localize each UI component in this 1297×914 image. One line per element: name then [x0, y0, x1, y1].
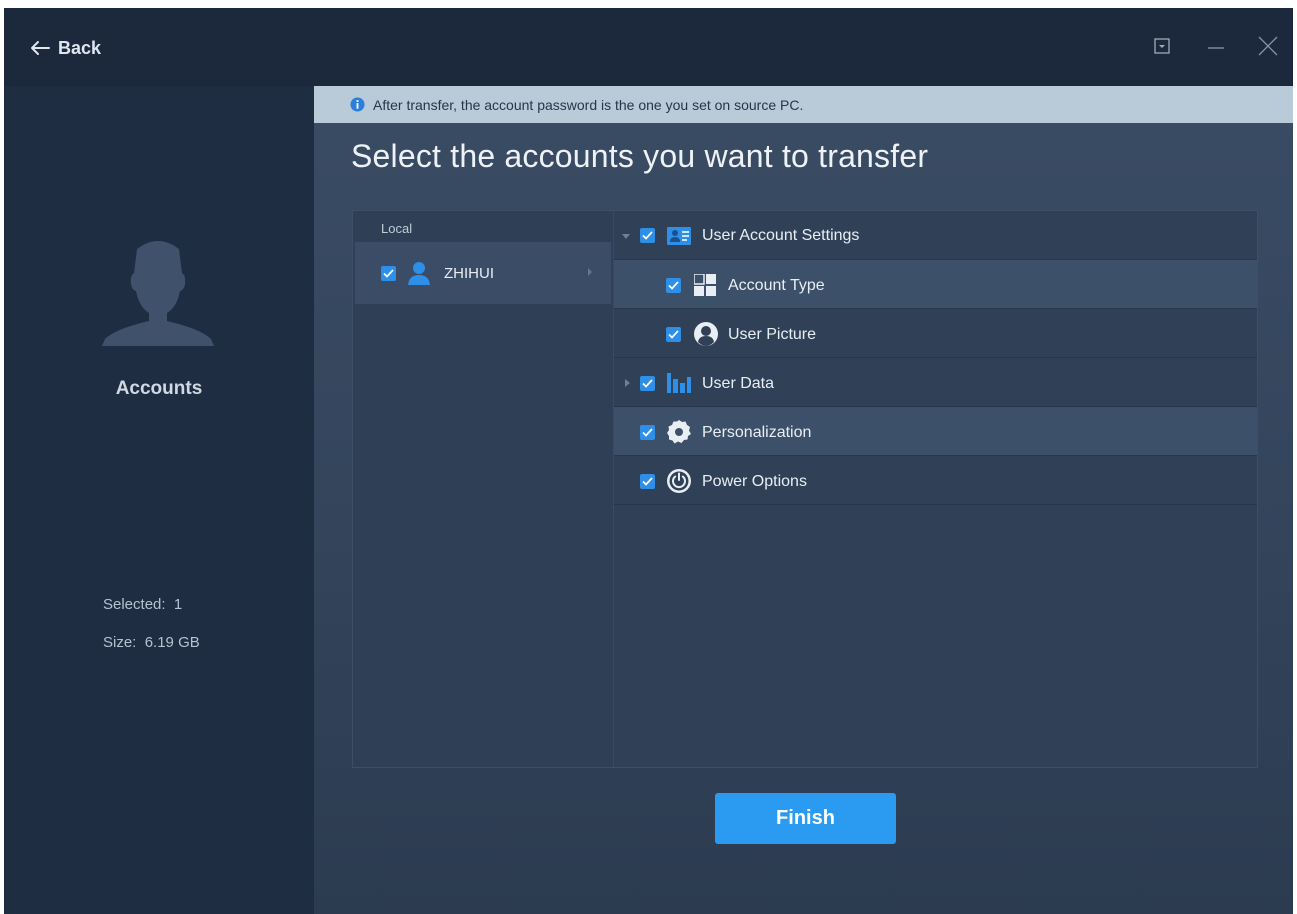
tree-item-power-options[interactable]: Power Options	[614, 456, 1257, 505]
selected-label: Selected:	[103, 596, 166, 613]
tiles-icon	[694, 274, 716, 296]
account-name: ZHIHUI	[444, 264, 494, 282]
notice-bar: After transfer, the account password is …	[314, 86, 1293, 123]
chevron-right-icon	[588, 268, 592, 276]
expand-arrow-right-icon[interactable]	[624, 379, 632, 387]
tree-item-personalization[interactable]: Personalization	[614, 407, 1257, 456]
account-item-zhihui[interactable]: ZHIHUI	[355, 242, 611, 304]
tree-checkbox[interactable]	[640, 228, 655, 243]
tree-checkbox[interactable]	[666, 327, 681, 342]
main-content: After transfer, the account password is …	[314, 86, 1293, 914]
settings-tree: User Account Settings Account Type User …	[614, 211, 1257, 767]
expand-arrow-down-icon[interactable]	[622, 233, 630, 241]
minimize-icon	[1208, 47, 1224, 49]
finish-button[interactable]: Finish	[715, 793, 896, 844]
local-group-label: Local	[381, 221, 413, 236]
sidebar-title: Accounts	[115, 378, 203, 399]
tree-checkbox[interactable]	[666, 278, 681, 293]
checkmark-icon	[668, 330, 679, 339]
selection-panel: Local ZHIHUI User Account Settings Accou…	[352, 210, 1258, 768]
arrow-left-icon	[31, 41, 50, 55]
bar-data-icon	[667, 373, 691, 393]
tree-item-user-picture[interactable]: User Picture	[614, 309, 1257, 358]
notice-text: After transfer, the account password is …	[373, 96, 804, 113]
size-label: Size:	[103, 634, 137, 651]
info-icon	[350, 97, 365, 112]
gear-icon	[667, 420, 691, 444]
tree-item-label: User Picture	[728, 326, 817, 343]
tree-checkbox[interactable]	[640, 376, 655, 391]
close-button[interactable]	[1256, 34, 1280, 58]
size-value: 6.19 GB	[144, 634, 200, 651]
minimize-button[interactable]	[1204, 34, 1228, 58]
checkmark-icon	[642, 379, 653, 388]
tree-item-label: Personalization	[702, 424, 812, 441]
tree-item-label: Account Type	[728, 277, 825, 294]
tree-item-account-type[interactable]: Account Type	[614, 260, 1257, 309]
sidebar: Accounts Selected: 1 Size: 6.19 GB	[4, 86, 314, 914]
back-label: Back	[58, 37, 102, 58]
account-checkbox[interactable]	[381, 265, 396, 281]
checkmark-icon	[642, 428, 653, 437]
tree-item-label: User Data	[702, 375, 775, 392]
title-bar: Back	[4, 8, 1293, 86]
selected-count: Selected: 1	[103, 596, 182, 613]
checkmark-icon	[642, 477, 653, 486]
close-icon	[1258, 36, 1278, 56]
user-card-icon	[667, 227, 691, 245]
tree-item-user-account-settings[interactable]: User Account Settings	[614, 211, 1257, 260]
power-icon	[667, 469, 691, 493]
dropdown-menu-button[interactable]	[1150, 34, 1174, 58]
back-button[interactable]: Back	[30, 34, 101, 62]
tree-checkbox[interactable]	[640, 425, 655, 440]
tree-item-label: User Account Settings	[702, 227, 860, 244]
user-icon	[408, 262, 430, 285]
checkmark-icon	[642, 231, 653, 240]
tree-item-label: Power Options	[702, 473, 807, 490]
total-size: Size: 6.19 GB	[103, 634, 200, 651]
dropdown-box-icon	[1154, 38, 1170, 54]
account-avatar-icon	[102, 241, 214, 346]
page-title: Select the accounts you want to transfer	[351, 138, 929, 174]
tree-checkbox[interactable]	[640, 474, 655, 489]
app-window: Back Accounts Selected: 1 Size: 6.19 GB …	[4, 8, 1293, 914]
accounts-list: Local ZHIHUI	[353, 211, 614, 767]
checkmark-icon	[383, 268, 394, 278]
user-picture-icon	[694, 322, 718, 346]
selected-value: 1	[173, 596, 183, 613]
tree-item-user-data[interactable]: User Data	[614, 358, 1257, 407]
checkmark-icon	[668, 281, 679, 290]
